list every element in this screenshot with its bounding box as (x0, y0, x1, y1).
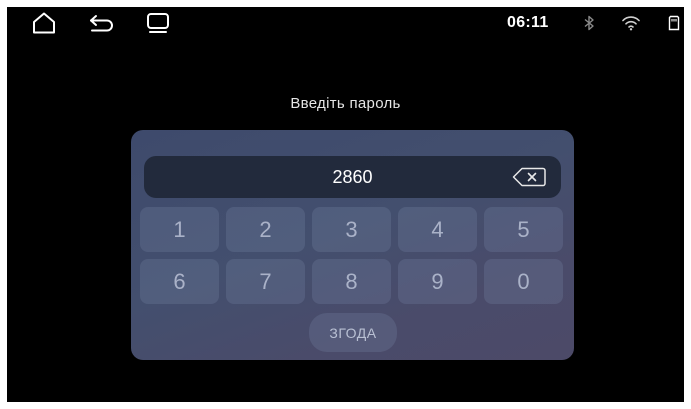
home-icon[interactable] (29, 10, 59, 36)
car-head-unit-screen: 06:11 Введіть пароль 2860 1 2 3 4 5 6 7 … (7, 7, 684, 402)
key-2[interactable]: 2 (226, 207, 305, 252)
status-bar: 06:11 (7, 7, 684, 39)
key-6[interactable]: 6 (140, 259, 219, 304)
key-4[interactable]: 4 (398, 207, 477, 252)
key-7[interactable]: 7 (226, 259, 305, 304)
password-prompt: Введіть пароль (290, 95, 401, 112)
key-3[interactable]: 3 (312, 207, 391, 252)
key-8[interactable]: 8 (312, 259, 391, 304)
recent-apps-icon[interactable] (143, 10, 173, 36)
back-icon[interactable] (86, 10, 116, 36)
clock-time: 06:11 (507, 14, 549, 31)
key-0[interactable]: 0 (484, 259, 563, 304)
key-1[interactable]: 1 (140, 207, 219, 252)
password-value: 2860 (332, 167, 373, 187)
sd-card-icon (667, 12, 681, 34)
backspace-icon[interactable] (511, 166, 547, 188)
password-field[interactable]: 2860 (144, 156, 561, 198)
confirm-button[interactable]: ЗГОДА (309, 313, 397, 352)
password-keypad-panel: 2860 1 2 3 4 5 6 7 8 9 0 ЗГОДА (131, 130, 574, 360)
bluetooth-icon (581, 12, 597, 34)
key-5[interactable]: 5 (484, 207, 563, 252)
key-9[interactable]: 9 (398, 259, 477, 304)
wifi-icon (620, 12, 642, 34)
